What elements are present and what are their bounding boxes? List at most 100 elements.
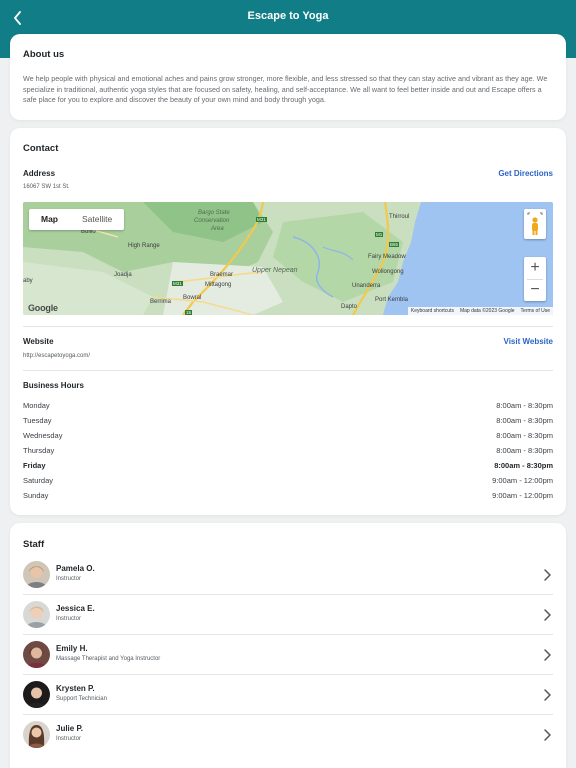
staff-name: Krysten P. xyxy=(56,684,95,693)
map-view[interactable]: Bargo State Conservation Area Bullio Hig… xyxy=(23,202,553,315)
staff-row[interactable]: Julie P. Instructor xyxy=(23,715,553,755)
get-directions-link[interactable]: Get Directions xyxy=(498,169,553,178)
hours-time: 8:00am - 8:30pm xyxy=(496,446,553,455)
staff-role: Instructor xyxy=(56,736,82,742)
about-heading: About us xyxy=(23,49,65,60)
avatar xyxy=(23,641,50,668)
hours-row: Monday 8:00am - 8:30pm xyxy=(23,401,553,416)
chevron-right-icon xyxy=(544,609,551,621)
zoom-out-button[interactable]: − xyxy=(524,279,546,301)
staff-heading: Staff xyxy=(23,539,45,550)
map-place: Joadja xyxy=(114,272,132,278)
hours-day: Monday xyxy=(23,401,50,410)
map-type-satellite-button[interactable]: Satellite xyxy=(70,209,124,230)
staff-row[interactable]: Krysten P. Support Technician xyxy=(23,675,553,715)
map-place: Upper Nepean xyxy=(252,267,298,274)
map-place: Dapto xyxy=(341,304,358,310)
road-shield: B65 xyxy=(389,242,400,247)
zoom-control: + − xyxy=(524,257,546,301)
map-place: High Range xyxy=(128,243,160,249)
map-type-toggle: Map Satellite xyxy=(29,209,125,230)
hours-row: Tuesday 8:00am - 8:30pm xyxy=(23,416,553,431)
google-logo-text: Google xyxy=(28,303,58,313)
hours-row: Thursday 8:00am - 8:30pm xyxy=(23,446,553,461)
map-place: Port Kembla xyxy=(375,297,409,303)
about-card: About us We help people with physical an… xyxy=(10,34,566,120)
divider xyxy=(23,326,553,327)
map-place: Braemar xyxy=(210,272,234,278)
map-place: Fairy Meadow xyxy=(368,254,406,260)
staff-role: Support Technician xyxy=(56,696,107,702)
staff-role: Massage Therapist and Yoga Instructor xyxy=(56,656,161,662)
hours-time: 8:00am - 8:30pm xyxy=(496,416,553,425)
contact-heading: Contact xyxy=(23,143,59,154)
hours-day: Sunday xyxy=(23,491,49,500)
chevron-right-icon xyxy=(544,729,551,741)
staff-name: Pamela O. xyxy=(56,564,95,573)
avatar xyxy=(23,601,50,628)
avatar xyxy=(23,721,50,748)
hours-row: Sunday 9:00am - 12:00pm xyxy=(23,491,553,506)
map-place: Area xyxy=(211,226,224,232)
fullscreen-pegman-control[interactable] xyxy=(524,209,546,239)
staff-row[interactable]: Emily H. Massage Therapist and Yoga Inst… xyxy=(23,635,553,675)
map-place: Thirroul xyxy=(389,214,410,220)
zoom-in-button[interactable]: + xyxy=(524,257,546,279)
divider xyxy=(23,370,553,371)
map-place: Mittagong xyxy=(205,282,232,288)
map-attribution: Keyboard shortcuts Map data ©2023 Google… xyxy=(407,307,553,315)
about-text: We help people with physical and emotion… xyxy=(23,74,548,104)
contact-card: Contact Address 16067 SW 1st St. Get Dir… xyxy=(10,128,566,515)
hours-row: Saturday 9:00am - 12:00pm xyxy=(23,476,553,491)
avatar xyxy=(23,681,50,708)
staff-name: Jessica E. xyxy=(56,604,95,613)
map-place: aby xyxy=(23,278,33,284)
hours-time: 9:00am - 12:00pm xyxy=(492,491,553,500)
staff-row[interactable]: Pamela O. Instructor xyxy=(23,555,553,595)
map-place: Wollongong xyxy=(372,269,404,275)
staff-name: Emily H. xyxy=(56,644,88,653)
chevron-right-icon xyxy=(544,569,551,581)
road-shield: M31 xyxy=(172,281,183,286)
map-place: Bowral xyxy=(183,295,202,301)
hours-day: Thursday xyxy=(23,446,55,455)
hours-row-today: Friday 8:00am - 8:30pm xyxy=(23,461,553,476)
keyboard-shortcuts-link[interactable]: Keyboard shortcuts xyxy=(411,307,454,315)
staff-role: Instructor xyxy=(56,616,82,622)
address-value: 16067 SW 1st St. xyxy=(23,184,70,190)
website-label: Website xyxy=(23,337,54,346)
hours-time: 8:00am - 8:30pm xyxy=(494,461,553,470)
map-type-map-button[interactable]: Map xyxy=(29,209,70,230)
hours-day: Friday xyxy=(23,461,46,470)
page-title: Escape to Yoga xyxy=(247,10,329,22)
map-place: Berrima xyxy=(150,299,172,305)
hours-time: 8:00am - 8:30pm xyxy=(496,431,553,440)
google-logo: Google xyxy=(28,303,58,313)
road-shield: M31 xyxy=(256,217,267,222)
avatar xyxy=(23,561,50,588)
staff-row[interactable]: Jessica E. Instructor xyxy=(23,595,553,635)
staff-role: Instructor xyxy=(56,576,82,582)
hours-row: Wednesday 8:00am - 8:30pm xyxy=(23,431,553,446)
staff-card: Staff Pamela O. Instructor Jessica E. In… xyxy=(10,523,566,768)
map-place: Bargo State xyxy=(198,210,230,216)
map-place: Unanderra xyxy=(352,283,381,289)
map-place: Conservation xyxy=(194,218,230,224)
road-shield: M1 xyxy=(375,232,384,237)
hours-day: Saturday xyxy=(23,476,54,485)
staff-name: Julie P. xyxy=(56,724,83,733)
hours-day: Wednesday xyxy=(23,431,63,440)
address-label: Address xyxy=(23,169,56,178)
visit-website-link[interactable]: Visit Website xyxy=(504,337,554,346)
website-url: http://escapetoyoga.com/ xyxy=(23,353,91,359)
hours-day: Tuesday xyxy=(23,416,52,425)
pegman-icon xyxy=(527,212,543,235)
hours-time: 8:00am - 8:30pm xyxy=(496,401,553,410)
chevron-right-icon xyxy=(544,689,551,701)
map-data-notice: Map data ©2023 Google xyxy=(459,308,515,314)
business-hours-label: Business Hours xyxy=(23,381,84,390)
road-shield: 15 xyxy=(185,310,193,315)
chevron-right-icon xyxy=(544,649,551,661)
hours-time: 9:00am - 12:00pm xyxy=(492,476,553,485)
terms-link[interactable]: Terms of Use xyxy=(521,307,550,315)
